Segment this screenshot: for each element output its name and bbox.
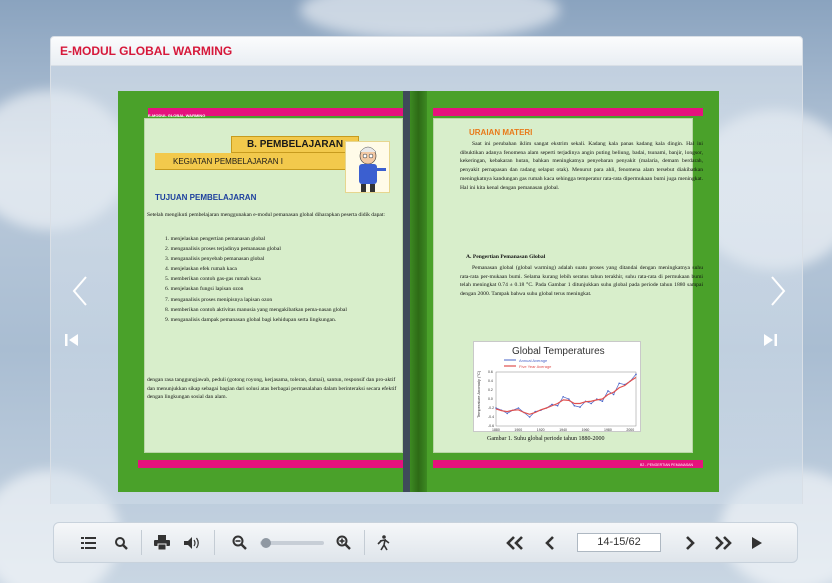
list-item: 6. menjelaskan fungsi lapisan ozon: [165, 286, 244, 293]
sound-icon[interactable]: [181, 522, 205, 563]
next-page-arrow-icon[interactable]: [762, 273, 792, 309]
first-page-side-icon[interactable]: [62, 330, 82, 350]
global-temperature-chart: Global Temperatures Annual Average Five …: [473, 341, 641, 432]
x-tick-label: 2000: [626, 428, 634, 432]
x-tick-label: 1900: [514, 428, 522, 432]
list-item: 3. menganalisis penyebab pemanasan globa…: [165, 256, 265, 263]
zoom-slider-handle[interactable]: [261, 537, 271, 548]
toolbar-separator: [364, 530, 365, 555]
data-point: [579, 406, 581, 408]
legend-entry-five-year: Five Year Average: [519, 364, 552, 369]
data-point: [517, 407, 520, 409]
table-of-contents-icon[interactable]: [77, 522, 99, 563]
professor-mascot-icon: [359, 146, 386, 192]
x-tick-label: 1960: [582, 428, 590, 432]
toolbar-separator: [141, 530, 142, 555]
y-tick-label: -0.2: [488, 406, 494, 410]
data-point: [601, 400, 604, 403]
y-tick-label: 0.0: [488, 397, 493, 401]
y-tick-label: 0.6: [488, 370, 493, 374]
chart-ylabel: Temperature Anomaly (°C): [476, 370, 481, 418]
print-icon[interactable]: [150, 522, 174, 563]
data-point: [618, 382, 620, 385]
objectives-heading: TUJUAN PEMBELAJARAN: [155, 193, 257, 202]
book-spine: [410, 91, 427, 492]
y-tick-label: 0.2: [488, 388, 493, 392]
chart-svg: Global Temperatures Annual Average Five …: [476, 346, 637, 432]
data-point: [635, 373, 637, 376]
list-item: 1. menjelaskan pengertian pemanasan glob…: [165, 236, 266, 242]
list-item: 9. menganalisis dampak pemanasan global …: [165, 316, 337, 323]
list-item: 2. menganalisis proses terjadinya pemana…: [165, 246, 281, 253]
data-point: [562, 395, 564, 398]
data-point: [573, 404, 576, 407]
last-page-side-icon[interactable]: [760, 330, 780, 350]
data-point: [506, 412, 508, 415]
data-point: [590, 402, 592, 405]
previous-page-icon[interactable]: [540, 522, 560, 563]
list-item: 8. memberikan contoh aktivitas manusia y…: [165, 306, 347, 313]
series-line-annual: [495, 374, 637, 418]
x-tick-label: 1920: [537, 428, 545, 432]
zoom-slider[interactable]: [258, 522, 326, 563]
data-point: [556, 404, 559, 407]
data-point: [612, 393, 615, 396]
figure-caption: Gambar 1. Suhu global periode tahun 1880…: [487, 436, 605, 442]
list-item: 5. memberikan contoh gas-gas rumah kaca: [165, 276, 261, 283]
title-bar: E-MODUL GLOBAL WARMING: [50, 36, 803, 66]
zoom-in-icon[interactable]: [332, 522, 354, 563]
objectives-closing: dengan rasa tanggungjawab, peduli (goton…: [147, 377, 397, 401]
background-cloud: [300, 0, 560, 40]
x-tick-label: 1980: [604, 428, 612, 432]
next-page-icon[interactable]: [680, 522, 700, 563]
data-point: [528, 416, 531, 418]
list-item: 4. menjelaskan efek rumah kaca: [165, 266, 237, 273]
app-title: E-MODUL GLOBAL WARMING: [60, 44, 233, 58]
y-tick-label: 0.4: [488, 379, 493, 383]
objectives-intro: Setelah mengikuti pembelajaran menggunak…: [147, 212, 385, 218]
material-paragraph-1: Saat ini perubahan iklim sangat ekstrim …: [460, 141, 703, 191]
section-title: B. PEMBELAJARAN: [231, 136, 359, 153]
y-tick-label: -0.6: [488, 424, 494, 428]
y-tick-label: -0.4: [488, 415, 494, 419]
material-paragraph-2: Pemanasan global (global warming) adalah…: [460, 265, 703, 298]
x-tick-label: 1880: [492, 428, 500, 432]
data-point: [607, 390, 609, 392]
data-point: [568, 398, 570, 400]
play-icon[interactable]: [746, 522, 768, 563]
bottom-accent-stripe: [138, 460, 410, 468]
activity-title: KEGIATAN PEMBELAJARAN I: [155, 153, 353, 170]
toolbar-separator: [214, 530, 215, 555]
objectives-list: 1. menjelaskan pengertian pemanasan glob…: [162, 234, 400, 325]
zoom-out-icon[interactable]: [228, 522, 250, 563]
page-footer: B2 - PENGERTIAN PEMANASAN: [640, 463, 694, 467]
chart-plot-frame: [495, 371, 637, 427]
material-subheading: A. Pengertian Pemanasan Global: [466, 254, 546, 260]
top-accent-stripe: [433, 108, 703, 116]
autoflip-icon[interactable]: [372, 522, 394, 563]
page-indicator-input[interactable]: 14-15/62: [577, 533, 661, 552]
search-icon[interactable]: [110, 522, 132, 563]
material-heading: URAIAN MATERI: [469, 128, 533, 137]
x-tick-label: 1940: [559, 428, 567, 432]
list-item: 7. menganalisis proses menipisnya lapisa…: [165, 296, 273, 303]
first-page-icon[interactable]: [502, 522, 528, 563]
previous-page-arrow-icon[interactable]: [66, 273, 96, 309]
last-page-icon[interactable]: [710, 522, 736, 563]
legend-entry-annual: Annual Average: [519, 358, 548, 363]
chart-title: Global Temperatures: [512, 346, 605, 357]
mascot-illustration: [345, 141, 390, 193]
